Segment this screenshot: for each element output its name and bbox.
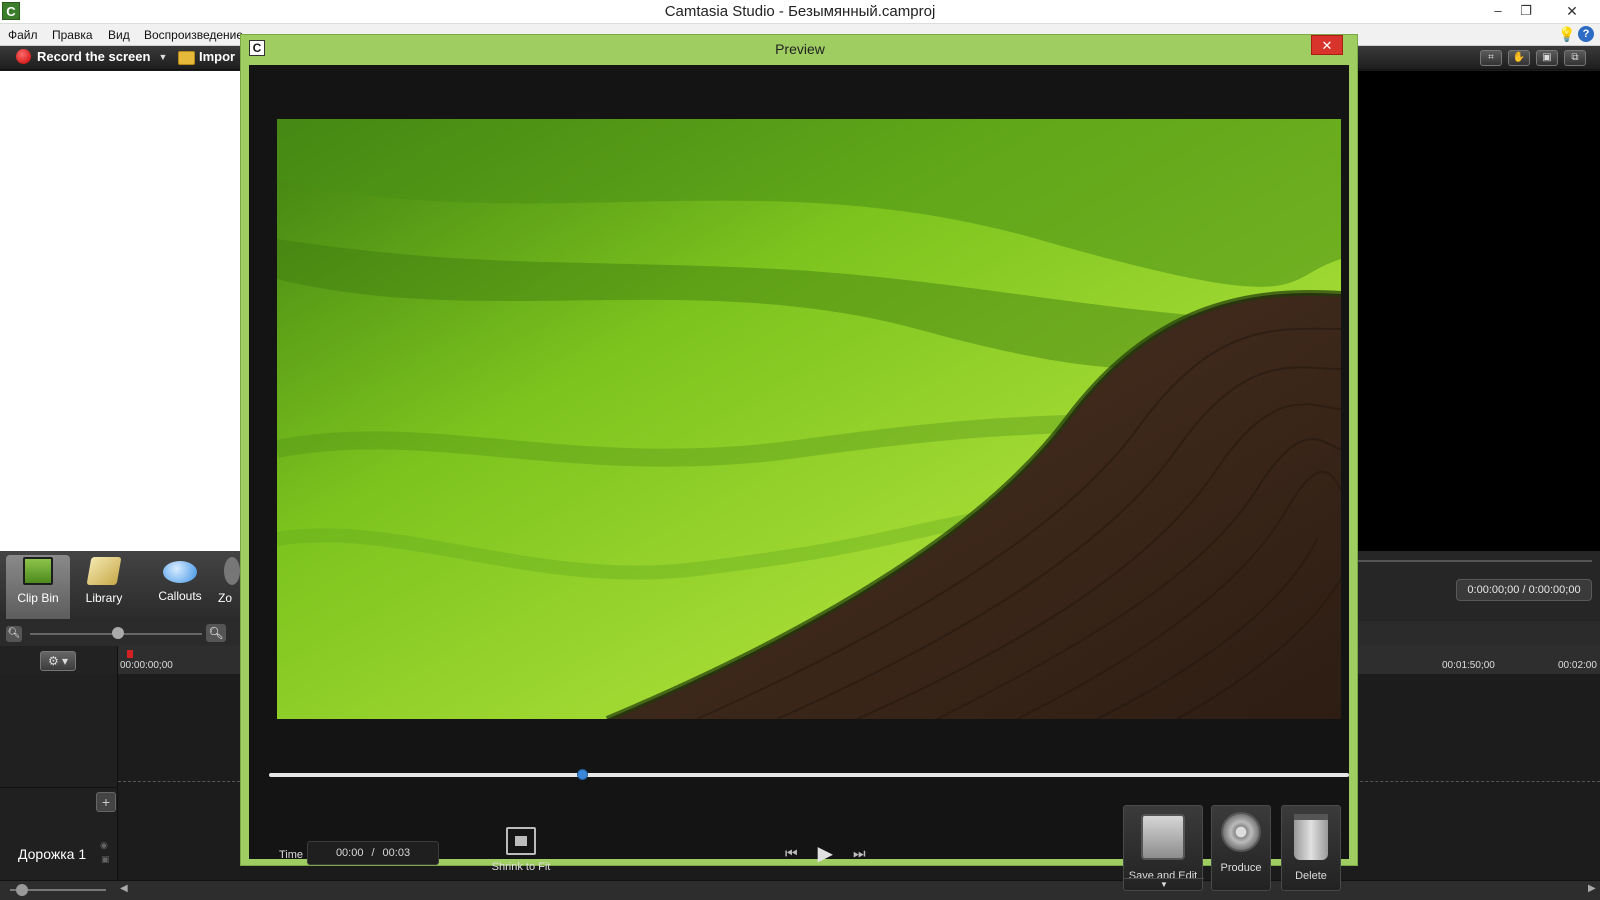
chevron-down-icon: ▼ bbox=[158, 51, 168, 62]
help-area: 💡 ? bbox=[1558, 26, 1594, 42]
track-height-thumb[interactable] bbox=[16, 884, 28, 896]
playhead[interactable] bbox=[127, 650, 133, 658]
canvas-seek-bar[interactable] bbox=[1352, 560, 1592, 562]
track-name: Дорожка 1 bbox=[18, 846, 87, 862]
delete-label: Delete bbox=[1295, 870, 1327, 882]
preview-title: Preview bbox=[775, 41, 825, 57]
tab-library[interactable]: Library bbox=[72, 555, 136, 619]
title-bar: C Camtasia Studio - Безымянный.camproj –… bbox=[0, 0, 1600, 24]
menu-view[interactable]: Вид bbox=[108, 28, 130, 42]
preview-content: Time 00:00 / 00:03 Shrink to Fit ⏮ ▶ ⏭ S… bbox=[249, 65, 1349, 891]
play-icon[interactable]: ▶ bbox=[818, 841, 833, 866]
timeline-zoom-thumb[interactable] bbox=[112, 627, 124, 639]
tab-label: Callouts bbox=[158, 589, 202, 603]
playback-controls: ⏮ ▶ ⏭ bbox=[785, 841, 866, 866]
tab-callouts[interactable]: Callouts bbox=[148, 555, 212, 619]
current-time: 00:00 bbox=[335, 847, 364, 859]
crop-icon[interactable]: ⌗ bbox=[1480, 50, 1502, 66]
eye-icon[interactable]: ◉ bbox=[100, 840, 108, 851]
lightbulb-icon[interactable]: 💡 bbox=[1558, 26, 1575, 42]
preview-close-button[interactable]: ✕ bbox=[1311, 35, 1343, 55]
tab-clip-bin[interactable]: Clip Bin bbox=[6, 555, 70, 619]
help-icon[interactable]: ? bbox=[1578, 26, 1594, 42]
shrink-to-fit-button[interactable]: Shrink to Fit bbox=[485, 827, 557, 883]
skip-forward-icon[interactable]: ⏭ bbox=[853, 845, 866, 862]
import-media-button[interactable]: Impor bbox=[178, 49, 235, 65]
tab-zoom[interactable]: Zo bbox=[210, 555, 240, 619]
preview-seek-thumb[interactable] bbox=[576, 769, 588, 780]
clip-bin-icon bbox=[23, 557, 53, 585]
shrink-label: Shrink to Fit bbox=[491, 861, 551, 873]
record-screen-button[interactable]: Record the screen ▼ bbox=[16, 49, 167, 64]
window-title: Camtasia Studio - Безымянный.camproj bbox=[664, 3, 936, 20]
record-label: Record the screen bbox=[37, 49, 151, 64]
preview-dialog: C Preview ✕ Time 00:00 / 00:03 Shrink to… bbox=[240, 34, 1358, 891]
callouts-icon bbox=[163, 561, 197, 583]
editing-canvas bbox=[1340, 71, 1600, 551]
delete-button[interactable]: Delete bbox=[1281, 805, 1341, 891]
gear-icon[interactable]: ⚙ ▾ bbox=[40, 651, 76, 671]
time-separator: / bbox=[371, 847, 375, 859]
tab-label: Zo bbox=[217, 591, 232, 605]
lock-icon[interactable]: ▣ bbox=[101, 854, 110, 865]
skip-back-icon[interactable]: ⏮ bbox=[785, 845, 798, 862]
ruler-label: 00:01:50;00 bbox=[1442, 660, 1495, 671]
shrink-to-fit-icon bbox=[506, 827, 536, 855]
trash-icon bbox=[1294, 814, 1328, 860]
tab-label: Clip Bin bbox=[17, 591, 59, 605]
menu-edit[interactable]: Правка bbox=[52, 28, 93, 42]
scroll-left-icon[interactable]: ◀ bbox=[120, 883, 128, 894]
import-label: Impor bbox=[199, 49, 236, 64]
preview-seek-bar[interactable] bbox=[269, 773, 1349, 777]
task-tabs: Clip Bin Library Callouts Zo bbox=[0, 551, 240, 621]
track-divider bbox=[118, 781, 240, 782]
canvas-time-display: 0:00:00;00 / 0:00:00;00 bbox=[1456, 579, 1592, 601]
record-icon bbox=[16, 49, 31, 64]
menu-file[interactable]: Файл bbox=[8, 28, 38, 42]
video-image bbox=[277, 119, 1341, 719]
canvas-tools: ⌗ ✋ ▣ ⧉ bbox=[1480, 50, 1586, 66]
track-area[interactable] bbox=[118, 674, 240, 880]
film-reel-icon bbox=[1221, 812, 1261, 852]
ruler-label: 00:02:00 bbox=[1558, 660, 1597, 671]
produce-button[interactable]: Produce bbox=[1211, 805, 1271, 891]
close-button[interactable]: ✕ bbox=[1550, 0, 1594, 22]
chevron-down-icon[interactable]: ▼ bbox=[1124, 878, 1204, 890]
zoom-out-icon[interactable]: 🔍︎ bbox=[6, 626, 22, 642]
total-time: 00:03 bbox=[382, 847, 411, 859]
save-disk-icon bbox=[1141, 814, 1185, 860]
time-label: Time bbox=[279, 849, 304, 861]
track-divider bbox=[1340, 781, 1600, 782]
fit-screen-icon[interactable]: ▣ bbox=[1536, 50, 1558, 66]
zoom-in-icon[interactable]: 🔍︎ bbox=[206, 624, 226, 642]
tab-label: Library bbox=[85, 591, 123, 605]
video-frame bbox=[277, 119, 1341, 719]
zoom-icon bbox=[224, 557, 240, 585]
add-track-button[interactable]: + bbox=[96, 792, 116, 812]
minimize-button[interactable]: – bbox=[1484, 0, 1512, 22]
produce-label: Produce bbox=[1220, 862, 1262, 874]
menu-playback[interactable]: Воспроизведение bbox=[144, 28, 243, 42]
folder-icon bbox=[178, 51, 195, 65]
detach-view-icon[interactable]: ⧉ bbox=[1564, 50, 1586, 66]
track-area-right[interactable] bbox=[1340, 674, 1600, 880]
pan-hand-icon[interactable]: ✋ bbox=[1508, 50, 1530, 66]
track-separator bbox=[0, 787, 118, 788]
library-icon bbox=[86, 557, 122, 585]
camtasia-window: C Camtasia Studio - Безымянный.camproj –… bbox=[0, 0, 1600, 900]
clip-bin-panel bbox=[0, 71, 240, 551]
time-display: 00:00 / 00:03 bbox=[307, 841, 439, 865]
scroll-right-icon[interactable]: ▶ bbox=[1588, 883, 1596, 894]
save-and-edit-button[interactable]: Save and Edit ▼ bbox=[1123, 805, 1204, 891]
ruler-label: 00:00:00;00 bbox=[120, 660, 173, 671]
timeline-scrollbar[interactable] bbox=[0, 880, 1600, 900]
restore-button[interactable]: ❐ bbox=[1512, 0, 1540, 22]
timeline-zoom-bar-right bbox=[1340, 621, 1600, 646]
